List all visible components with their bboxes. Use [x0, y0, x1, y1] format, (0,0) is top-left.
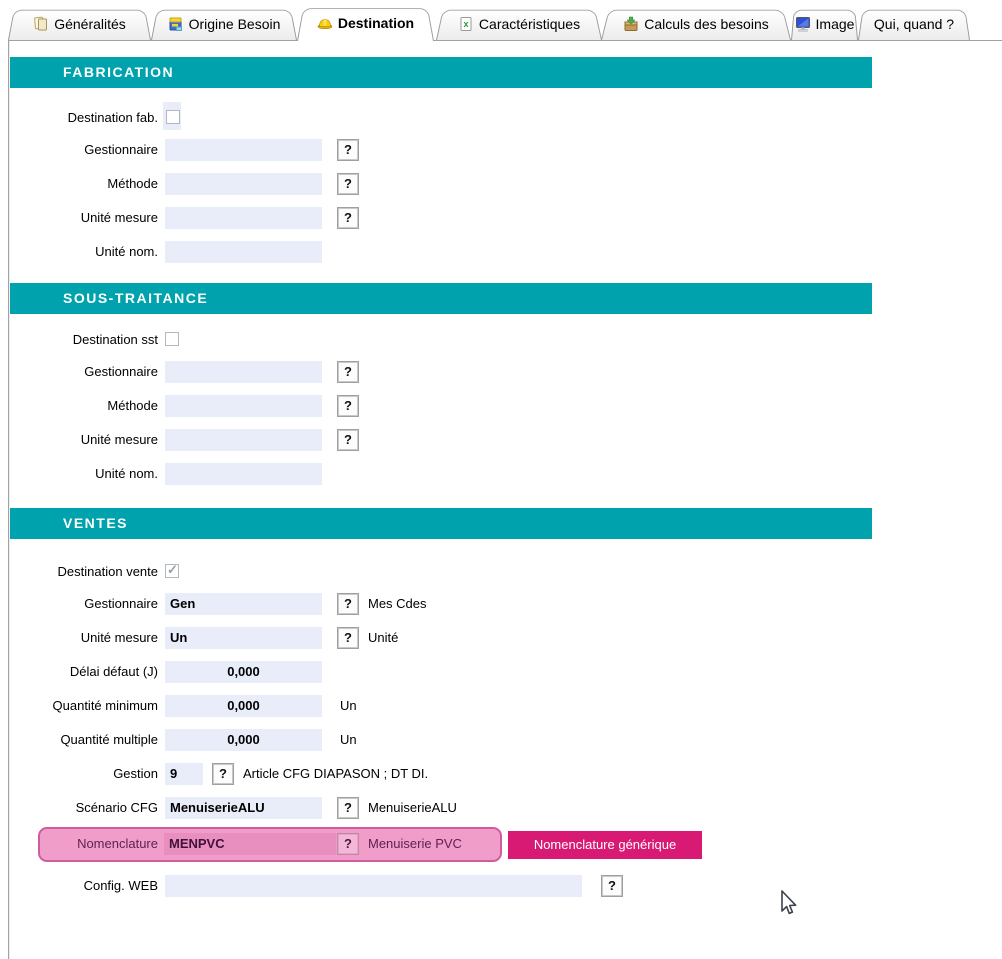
tab-label: Calculs des besoins	[644, 16, 769, 32]
quantite-minimum-unit: Un	[340, 695, 357, 717]
section-title: FABRICATION	[63, 64, 174, 80]
lookup-button[interactable]: ?	[337, 797, 359, 819]
sst-gestionnaire-input[interactable]	[165, 361, 322, 383]
lookup-button[interactable]: ?	[337, 395, 359, 417]
ventes-unite-mesure-input[interactable]: Un	[165, 627, 322, 649]
lookup-button[interactable]: ?	[212, 763, 234, 785]
section-title: VENTES	[63, 515, 128, 531]
lookup-button[interactable]: ?	[337, 173, 359, 195]
tab-label: Destination	[338, 15, 414, 31]
field-label: Destination fab.	[10, 107, 158, 129]
sst-methode-input[interactable]	[165, 395, 322, 417]
mouse-cursor	[776, 888, 800, 918]
ventes-gestionnaire-input[interactable]: Gen	[165, 593, 322, 615]
fab-unite-nom-input[interactable]	[165, 241, 322, 263]
field-label: Destination vente	[10, 561, 158, 583]
excel-sheet-icon: x	[458, 16, 474, 32]
tab-label: Qui, quand ?	[874, 16, 954, 32]
section-header-ventes: VENTES	[10, 508, 872, 539]
destination-tab-page: Généralités Origine Besoin Destination	[0, 0, 1002, 959]
lookup-button[interactable]: ?	[337, 207, 359, 229]
fab-methode-input[interactable]	[165, 173, 322, 195]
hardhat-icon	[317, 15, 333, 31]
field-label: Quantité minimum	[10, 695, 158, 717]
delai-defaut-input[interactable]: 0,000	[165, 661, 322, 683]
unite-mesure-description: Unité	[368, 627, 398, 649]
lookup-button[interactable]: ?	[337, 593, 359, 615]
tab-label: Origine Besoin	[189, 16, 281, 32]
destination-vente-checkbox[interactable]	[165, 564, 179, 578]
quantite-multiple-unit: Un	[340, 729, 357, 751]
tab-destination[interactable]: Destination	[297, 5, 434, 41]
field-label: Scénario CFG	[10, 797, 158, 819]
tab-generalites[interactable]: Généralités	[8, 7, 151, 40]
field-label: Unité mesure	[10, 207, 158, 229]
field-label: Config. WEB	[10, 875, 158, 897]
row-nomenclature-highlighted: Nomenclature MENPVC ? Menuiserie PVC	[38, 827, 502, 862]
sst-unite-mesure-input[interactable]	[165, 429, 322, 451]
lookup-button[interactable]: ?	[337, 833, 359, 855]
section-header-fabrication: FABRICATION	[10, 57, 872, 88]
tab-origine-besoin[interactable]: Origine Besoin	[151, 7, 297, 40]
tab-label: Image	[816, 16, 855, 32]
notes-icon	[33, 16, 49, 32]
tab-calculs-des-besoins[interactable]: Calculs des besoins	[601, 7, 791, 40]
nomenclature-description: Menuiserie PVC	[368, 833, 462, 855]
field-label: Gestion	[10, 763, 158, 785]
gestion-input[interactable]: 9	[165, 763, 203, 785]
quantite-minimum-input[interactable]: 0,000	[165, 695, 322, 717]
field-label: Gestionnaire	[10, 139, 158, 161]
scenario-cfg-input[interactable]: MenuiserieALU	[165, 797, 322, 819]
field-label: Unité mesure	[10, 627, 158, 649]
section-header-sous-traitance: SOUS-TRAITANCE	[10, 283, 872, 314]
field-label: Nomenclature	[40, 833, 158, 855]
field-label: Unité mesure	[10, 429, 158, 451]
field-label: Gestionnaire	[10, 361, 158, 383]
lookup-button[interactable]: ?	[337, 361, 359, 383]
svg-text:x: x	[463, 19, 468, 29]
nomenclature-generique-button[interactable]: Nomenclature générique	[508, 831, 702, 859]
fab-unite-mesure-input[interactable]	[165, 207, 322, 229]
field-label: Unité nom.	[10, 241, 158, 263]
quantite-multiple-input[interactable]: 0,000	[165, 729, 322, 751]
panel-border-top	[8, 40, 1002, 41]
field-label: Délai défaut (J)	[10, 661, 158, 683]
gestionnaire-description: Mes Cdes	[368, 593, 427, 615]
gestion-description: Article CFG DIAPASON ; DT DI.	[243, 763, 428, 785]
destination-sst-checkbox[interactable]	[165, 332, 179, 346]
section-title: SOUS-TRAITANCE	[63, 290, 208, 306]
destination-fab-checkbox[interactable]	[166, 110, 180, 124]
field-label: Destination sst	[10, 329, 158, 351]
box-arrow-icon	[623, 16, 639, 32]
nomenclature-input[interactable]: MENPVC	[164, 833, 336, 855]
tab-image[interactable]: Image	[791, 7, 858, 40]
config-web-input[interactable]	[165, 875, 582, 897]
tab-caracteristiques[interactable]: x Caractéristiques	[436, 7, 602, 40]
monitor-icon	[795, 16, 811, 32]
lookup-button[interactable]: ?	[601, 875, 623, 897]
sst-unite-nom-input[interactable]	[165, 463, 322, 485]
lookup-button[interactable]: ?	[337, 139, 359, 161]
tab-label: Généralités	[54, 16, 126, 32]
stack-icon	[168, 16, 184, 32]
field-label: Unité nom.	[10, 463, 158, 485]
lookup-button[interactable]: ?	[337, 627, 359, 649]
tab-qui-quand[interactable]: Qui, quand ?	[858, 7, 970, 40]
field-label: Méthode	[10, 395, 158, 417]
field-label: Gestionnaire	[10, 593, 158, 615]
lookup-button[interactable]: ?	[337, 429, 359, 451]
fab-gestionnaire-input[interactable]	[165, 139, 322, 161]
field-label: Méthode	[10, 173, 158, 195]
tab-label: Caractéristiques	[479, 16, 580, 32]
field-label: Quantité multiple	[10, 729, 158, 751]
scenario-cfg-description: MenuiserieALU	[368, 797, 457, 819]
